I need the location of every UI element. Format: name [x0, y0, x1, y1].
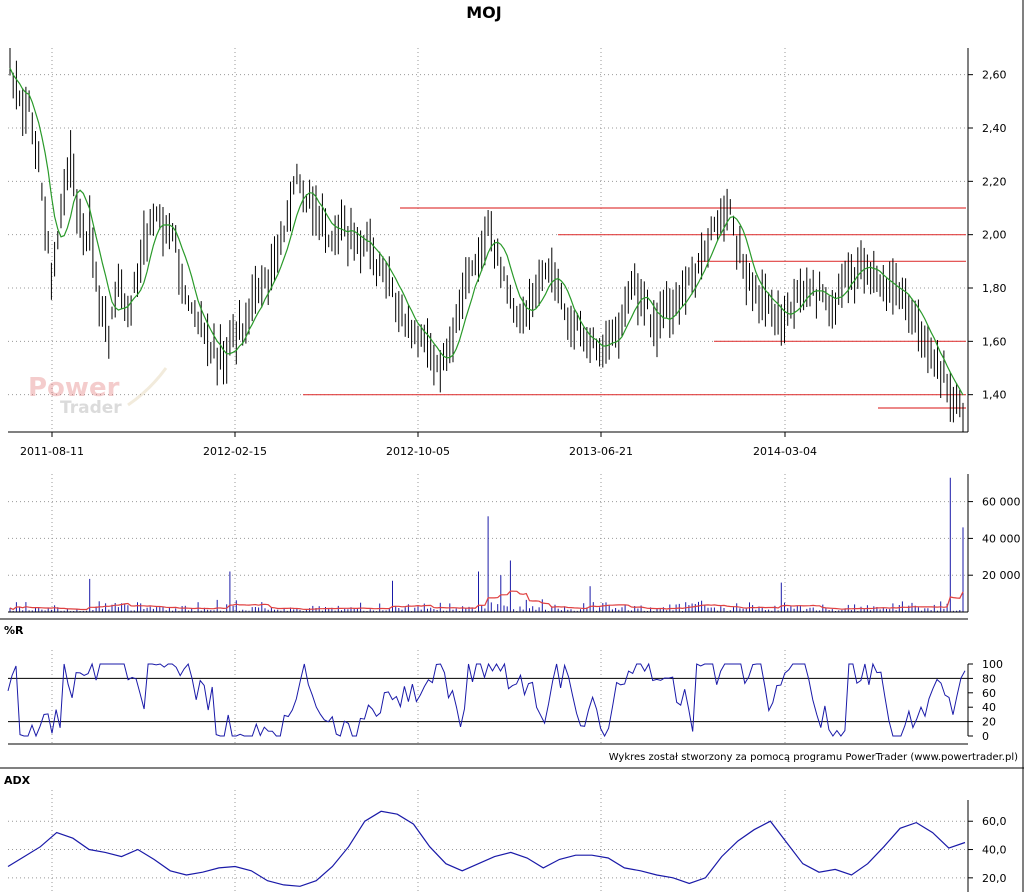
- price-ytick-label: 1,40: [982, 389, 1007, 402]
- price-ytick-label: 2,20: [982, 175, 1007, 188]
- wr-ytick-label: 20: [982, 716, 996, 729]
- price-xtick-label: 2012-10-05: [386, 445, 450, 458]
- price-ytick-label: 2,60: [982, 69, 1007, 82]
- chart-title: MOJ: [466, 3, 501, 22]
- adx-panel-label: ADX: [4, 774, 31, 787]
- wr-panel-label: %R: [4, 624, 24, 637]
- price-ytick-label: 1,80: [982, 282, 1007, 295]
- wr-ytick-label: 80: [982, 672, 996, 685]
- stock-chart: MOJ Power Trader 1,401,601,802,002,202,4…: [0, 0, 1024, 892]
- price-xtick-label: 2013-06-21: [569, 445, 633, 458]
- footer-credit: Wykres został stworzony za pomocą progra…: [609, 752, 1018, 763]
- volume-ytick-label: 40 000: [982, 532, 1021, 545]
- watermark-line2: Trader: [60, 398, 122, 418]
- adx-ytick-label: 60,0: [982, 815, 1007, 828]
- wr-ytick-label: 40: [982, 701, 996, 714]
- price-xtick-label: 2012-02-15: [203, 445, 267, 458]
- price-xtick-label: 2011-08-11: [20, 445, 84, 458]
- price-ytick-label: 1,60: [982, 335, 1007, 348]
- wr-ytick-label: 100: [982, 658, 1003, 671]
- price-xtick-label: 2014-03-04: [753, 445, 817, 458]
- price-ytick-label: 2,00: [982, 229, 1007, 242]
- wr-ytick-label: 0: [982, 730, 989, 743]
- adx-ytick-label: 40,0: [982, 844, 1007, 857]
- price-ytick-label: 2,40: [982, 122, 1007, 135]
- volume-ytick-label: 60 000: [982, 496, 1021, 509]
- wr-ytick-label: 60: [982, 687, 996, 700]
- volume-ytick-label: 20 000: [982, 569, 1021, 582]
- adx-ytick-label: 20,0: [982, 872, 1007, 885]
